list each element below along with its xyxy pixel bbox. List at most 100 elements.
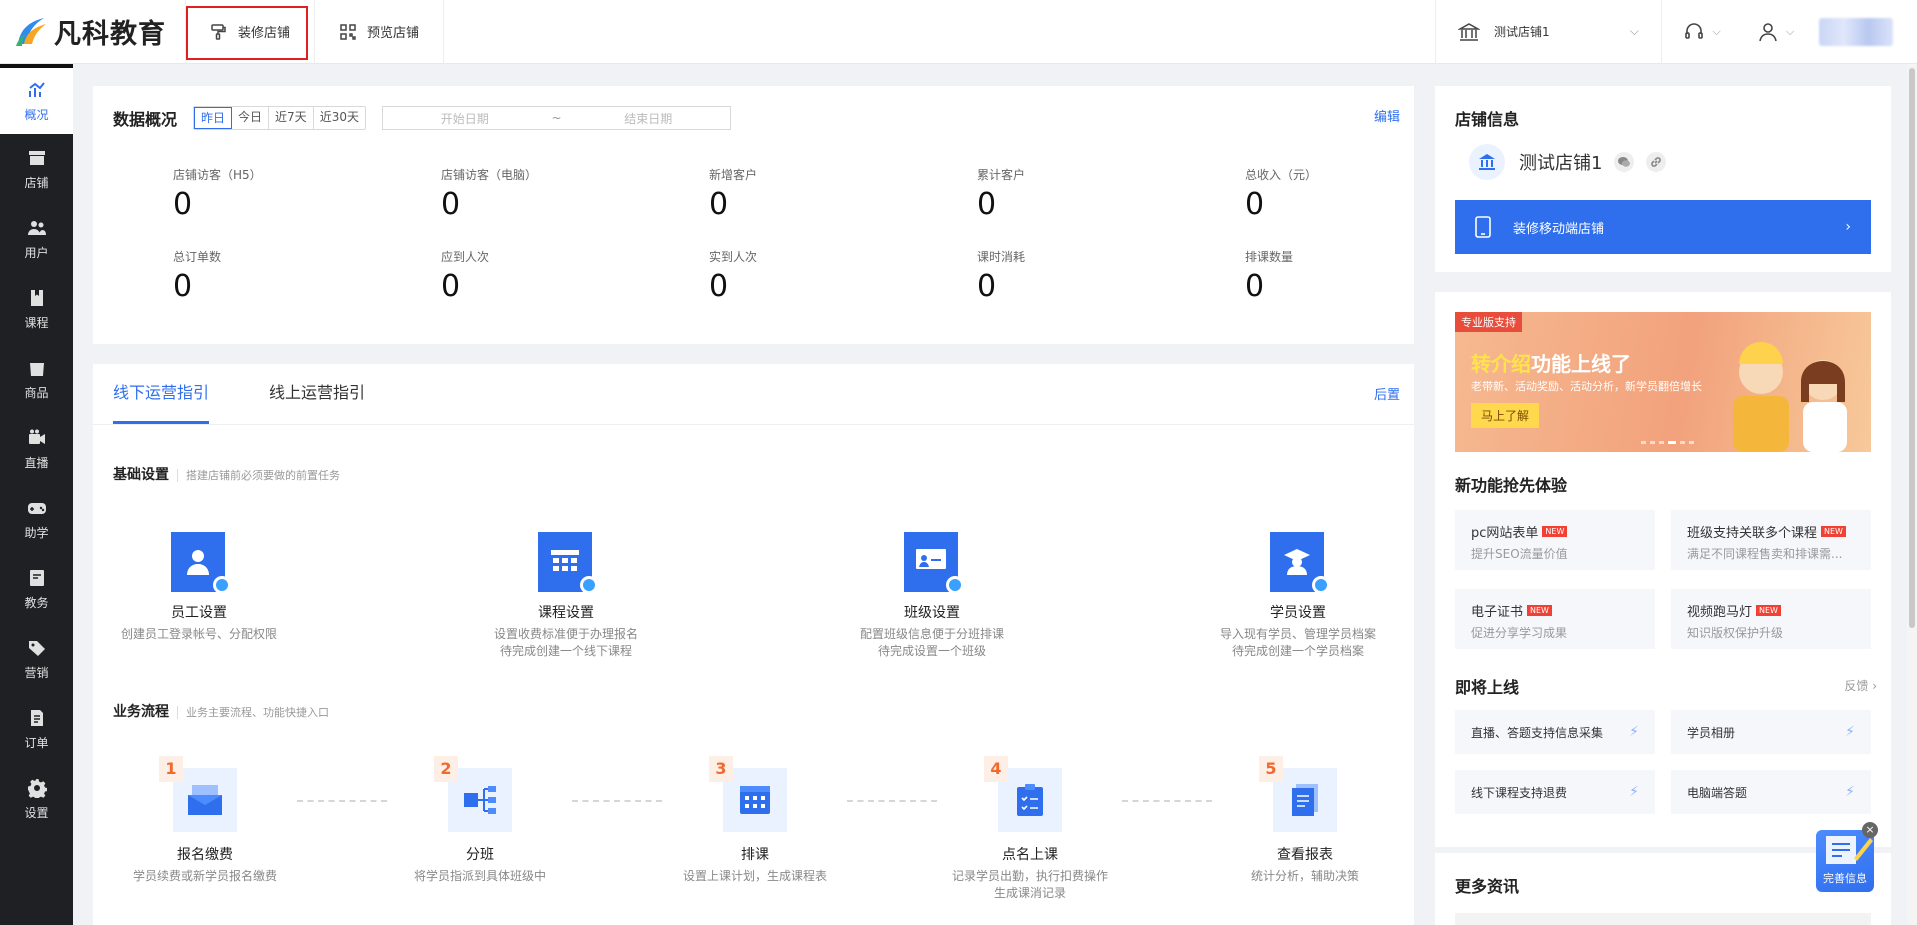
date-range-picker[interactable]: 开始日期 ~ 结束日期 bbox=[381, 106, 731, 130]
wechat-icon[interactable] bbox=[1614, 152, 1635, 172]
step-number: 4 bbox=[984, 756, 1008, 782]
support-button[interactable]: ⌵ bbox=[1661, 0, 1743, 64]
feature-video-marquee[interactable]: 视频跑马灯 NEW 知识版权保护升级 bbox=[1671, 589, 1871, 649]
complete-info-label: 完善信息 bbox=[1823, 872, 1867, 885]
chevron-right-icon: › bbox=[1845, 219, 1851, 235]
user-menu-button[interactable]: ⌵ bbox=[1743, 0, 1809, 64]
store-selector[interactable]: 测试店铺1 ⌵ bbox=[1435, 0, 1661, 64]
decorate-mobile-store-label: 装修移动端店铺 bbox=[1513, 221, 1605, 237]
stat-total-customers: 累计客户 0 bbox=[977, 166, 1245, 222]
banner-carousel-dots[interactable] bbox=[1641, 441, 1694, 444]
tab-online-guide[interactable]: 线上运营指引 bbox=[269, 364, 365, 424]
avatar[interactable] bbox=[1819, 17, 1893, 46]
setup-class[interactable]: 班级设置 配置班级信息便于分班排课 待完成设置一个班级 bbox=[832, 532, 1032, 660]
setup-course[interactable]: 课程设置 设置收费标准便于办理报名 待完成创建一个线下课程 bbox=[466, 532, 666, 660]
checklist-icon: 4 bbox=[984, 756, 1062, 832]
flow-step-enroll[interactable]: 1 报名缴费 学员续费或新学员报名缴费 bbox=[105, 756, 305, 885]
step-number: 5 bbox=[1259, 756, 1283, 782]
soon-item-pc-quiz: 电脑端答题 ⚡ bbox=[1671, 770, 1871, 814]
section-subtitle: 搭建店铺前必须要做的前置任务 bbox=[177, 469, 340, 482]
divider bbox=[93, 424, 1414, 425]
edit-link[interactable]: 编辑 bbox=[1374, 106, 1400, 125]
envelope-icon: 1 bbox=[159, 756, 237, 832]
feature-desc: 知识版权保护升级 bbox=[1687, 626, 1784, 640]
flow-desc: 统计分析，辅助决策 bbox=[1250, 869, 1359, 883]
decorate-store-tab[interactable]: 装修店铺 bbox=[186, 0, 316, 64]
complete-info-widget[interactable]: 完善信息 × bbox=[1812, 822, 1878, 896]
soon-label: 学员相册 bbox=[1687, 725, 1736, 740]
stat-value: 0 bbox=[173, 187, 193, 222]
start-date-input[interactable]: 开始日期 bbox=[383, 110, 547, 127]
more-news-title: 更多资讯 bbox=[1455, 877, 1520, 896]
setup-desc: 设置收费标准便于办理报名 待完成创建一个线下课程 bbox=[466, 626, 666, 660]
sidebar-item-overview[interactable]: 概况 bbox=[0, 64, 73, 134]
overview-title: 数据概况 bbox=[113, 110, 178, 129]
bank-icon bbox=[1458, 22, 1480, 41]
logo[interactable]: 凡科教育 bbox=[0, 0, 186, 64]
flow-step-schedule[interactable]: 3 排课 设置上课计划，生成课程表 bbox=[655, 756, 855, 885]
store-info-row: 测试店铺1 bbox=[1469, 144, 1667, 180]
sidebar-item-settings[interactable]: 设置 bbox=[0, 764, 73, 834]
scrollbar-thumb[interactable] bbox=[1909, 68, 1915, 628]
end-date-input[interactable]: 结束日期 bbox=[566, 110, 730, 127]
business-flow-title: 业务流程 业务主要流程、功能快捷入口 bbox=[113, 701, 329, 721]
setup-staff[interactable]: 员工设置 创建员工登录帐号、分配权限 bbox=[99, 532, 299, 643]
sidebar-item-orders[interactable]: 订单 bbox=[0, 694, 73, 764]
move-back-link[interactable]: 后置 bbox=[1374, 384, 1400, 403]
banner-tag: 专业版支持 bbox=[1455, 312, 1522, 332]
sidebar-item-users[interactable]: 用户 bbox=[0, 204, 73, 274]
sidebar-item-label: 教务 bbox=[24, 595, 49, 610]
sidebar-item-courses[interactable]: 课程 bbox=[0, 274, 73, 344]
flow-desc: 设置上课计划，生成课程表 bbox=[682, 869, 827, 883]
user-icon bbox=[1759, 22, 1777, 41]
tag-icon bbox=[28, 640, 45, 656]
sidebar-item-academic[interactable]: 教务 bbox=[0, 554, 73, 624]
setup-student[interactable]: 学员设置 导入现有学员、管理学员档案 待完成创建一个学员档案 bbox=[1198, 532, 1398, 660]
stat-value: 0 bbox=[173, 269, 193, 304]
sidebar-item-label: 设置 bbox=[24, 805, 49, 820]
flow-name: 报名缴费 bbox=[177, 847, 233, 863]
promo-banner[interactable]: 专业版支持 转介绍功能上线了 老带新、活动奖励、活动分析，新学员翻倍增长 马上了… bbox=[1455, 312, 1871, 452]
section-title-text: 基础设置 bbox=[113, 467, 169, 483]
stat-expected-attendance: 应到人次 0 bbox=[441, 248, 709, 304]
store-info-title: 店铺信息 bbox=[1455, 110, 1520, 129]
setup-desc-line: 配置班级信息便于分班排课 bbox=[859, 627, 1004, 641]
feature-pc-form[interactable]: pc网站表单 NEW 提升SEO流量价值 bbox=[1455, 510, 1655, 570]
sidebar-item-products[interactable]: 商品 bbox=[0, 344, 73, 414]
video-icon bbox=[28, 429, 45, 444]
staff-icon bbox=[171, 532, 231, 594]
setup-name: 学员设置 bbox=[1270, 605, 1326, 621]
feature-title: 电子证书 bbox=[1471, 605, 1524, 620]
date-range-separator: ~ bbox=[551, 111, 562, 125]
banner-headline: 转介绍功能上线了 bbox=[1471, 348, 1631, 377]
paint-roller-icon bbox=[211, 23, 226, 40]
date-tab-yesterday[interactable]: 昨日 bbox=[194, 107, 233, 129]
banner-learn-more-button[interactable]: 马上了解 bbox=[1471, 403, 1540, 428]
flow-name: 查看报表 bbox=[1277, 847, 1333, 863]
soon-label: 直播、答题支持信息采集 bbox=[1471, 725, 1604, 740]
feedback-link[interactable]: 反馈 › bbox=[1844, 677, 1877, 694]
sidebar-item-marketing[interactable]: 营销 bbox=[0, 624, 73, 694]
sidebar-item-label: 营销 bbox=[24, 665, 49, 680]
preview-store-tab[interactable]: 预览店铺 bbox=[315, 0, 445, 64]
flow-step-assign-class[interactable]: 2 分班 将学员指派到具体班级中 bbox=[380, 756, 580, 885]
calendar-icon: 3 bbox=[709, 756, 787, 832]
stat-value: 0 bbox=[709, 269, 729, 304]
sidebar-item-store[interactable]: 店铺 bbox=[0, 134, 73, 204]
flow-step-reports[interactable]: 5 查看报表 统计分析，辅助决策 bbox=[1205, 756, 1405, 885]
decorate-mobile-store-button[interactable]: 装修移动端店铺 › bbox=[1455, 200, 1871, 254]
flow-desc-line: 记录学员出勤，执行扣费操作 bbox=[951, 869, 1108, 883]
date-tab-7days[interactable]: 近7天 bbox=[269, 107, 314, 129]
sidebar-item-study-aid[interactable]: 助学 bbox=[0, 484, 73, 554]
decorate-store-label: 装修店铺 bbox=[238, 26, 291, 41]
close-icon[interactable]: × bbox=[1862, 822, 1878, 838]
feature-e-certificate[interactable]: 电子证书 NEW 促进分享学习成果 bbox=[1455, 589, 1655, 649]
date-tab-today[interactable]: 今日 bbox=[232, 107, 270, 129]
link-icon[interactable] bbox=[1646, 152, 1667, 172]
sidebar-item-live[interactable]: 直播 bbox=[0, 414, 73, 484]
feature-class-multi-course[interactable]: 班级支持关联多个课程 NEW 满足不同课程售卖和排课需... bbox=[1671, 510, 1871, 570]
tab-offline-guide[interactable]: 线下运营指引 bbox=[113, 364, 210, 424]
flow-step-roll-call[interactable]: 4 点名上课 记录学员出勤，执行扣费操作 生成课消记录 bbox=[930, 756, 1130, 902]
date-tab-30days[interactable]: 近30天 bbox=[314, 107, 365, 129]
stat-value: 0 bbox=[441, 269, 461, 304]
